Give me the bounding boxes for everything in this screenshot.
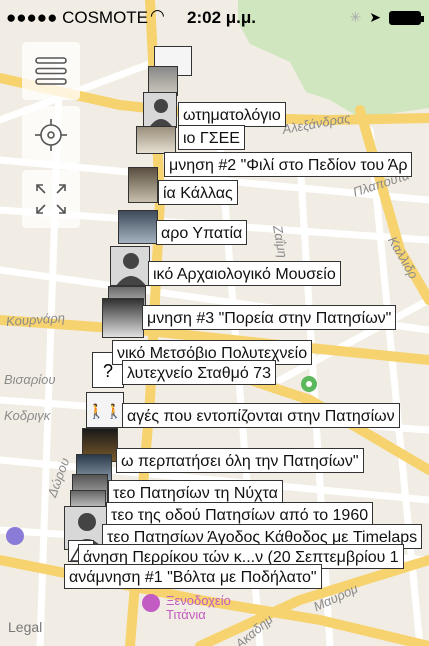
- menu-button[interactable]: [22, 42, 80, 100]
- marker-thumbnail[interactable]: [102, 298, 144, 338]
- wifi-icon: ◠: [150, 6, 165, 25]
- hotel-icon: [142, 594, 160, 612]
- marker-thumbnail[interactable]: 🚶🚶: [86, 392, 124, 428]
- marker-label[interactable]: αρο Υπατία: [156, 220, 248, 245]
- marker-thumbnail[interactable]: [136, 126, 176, 154]
- marker-label[interactable]: ικό Αρχαιολογικό Μουσείο: [148, 261, 341, 286]
- marker-thumbnail[interactable]: [128, 167, 158, 203]
- marker-label[interactable]: ιο ΓΣΕΕ: [178, 125, 245, 150]
- clock: 2:02 μ.μ.: [187, 8, 256, 27]
- legal-link[interactable]: Legal: [8, 619, 42, 635]
- expand-arrows-icon: [36, 184, 66, 214]
- street-label: Βισαρίου: [4, 372, 56, 387]
- status-bar: ●●●●● COSMOTE ◠ 2:02 μ.μ. ✳ ➤: [0, 0, 429, 38]
- loading-icon: ✳: [349, 9, 362, 25]
- person-placeholder-icon: [149, 99, 173, 127]
- marker-label[interactable]: αγές που εντοπίζονται στην Πατησίων: [122, 403, 400, 428]
- hotel-label: Ξενοδοχείο Τιτάνια: [166, 594, 231, 622]
- carrier-label: ●●●●● COSMOTE: [6, 8, 149, 27]
- map-app: Αλεξάνδρας Πλαπούτα Καλλιδρ Κουρνάρη Βισ…: [0, 0, 429, 646]
- marker-label[interactable]: μνηση #3 "Πορεία στην Πατησίων": [142, 305, 397, 330]
- marker-label[interactable]: ω περπατήσει όλη την Πατησίων": [116, 448, 364, 473]
- locate-crosshair-icon: [35, 119, 67, 151]
- marker-thumbnail[interactable]: [110, 246, 150, 286]
- hotel-label-line1: Ξενοδοχείο: [166, 593, 231, 608]
- hotel-label-line2: Τιτάνια: [166, 607, 206, 622]
- battery-icon: [389, 10, 424, 25]
- marker-label[interactable]: ωτηματολόγιο: [178, 102, 286, 127]
- marker-label[interactable]: μνηση #2 "Φιλί στο Πεδίον του Άρ: [164, 152, 413, 177]
- street-label: Κοδριγκ: [4, 408, 51, 423]
- marker-thumbnail[interactable]: [118, 210, 158, 244]
- locate-me-button[interactable]: [22, 106, 80, 164]
- location-arrow-icon: ➤: [369, 9, 381, 25]
- marker-thumbnail[interactable]: [143, 92, 177, 128]
- person-placeholder-icon: [116, 253, 146, 285]
- people-walking-icon: 🚶🚶: [87, 403, 123, 419]
- hamburger-icon: [35, 57, 67, 85]
- marker-label[interactable]: ία Κάλλας: [158, 180, 238, 205]
- fullscreen-button[interactable]: [22, 170, 80, 228]
- metro-icon: [6, 527, 24, 545]
- marker-label[interactable]: ανάμνηση #1 "Βόλτα με Ποδήλατο": [64, 564, 322, 589]
- marker-label[interactable]: λυτεχνείο Σταθμό 73: [122, 360, 276, 385]
